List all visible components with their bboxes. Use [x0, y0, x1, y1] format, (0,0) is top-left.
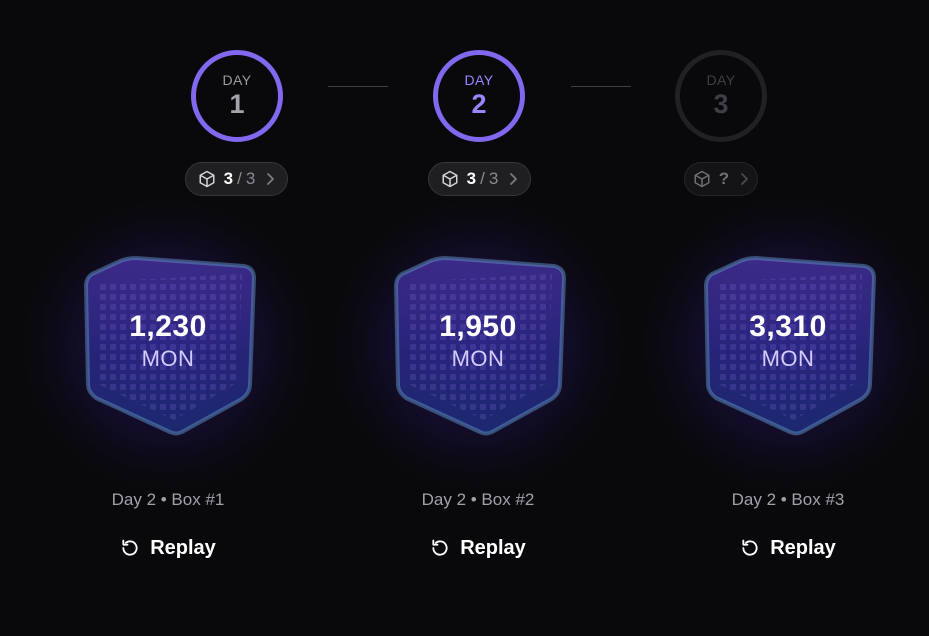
box-caption: Day 2 • Box #3 — [731, 490, 845, 509]
step-connector-1-2 — [328, 86, 388, 87]
boxes-opened-count: 3 — [466, 169, 477, 188]
replay-label: Replay — [150, 536, 216, 559]
day-1-step[interactable]: DAY 1 — [191, 50, 283, 142]
replay-button[interactable]: Replay — [708, 533, 868, 563]
chevron-right-icon — [265, 172, 275, 186]
day-2-label: DAY — [464, 71, 494, 88]
reward-currency: MON — [761, 346, 815, 371]
reward-amount: 3,310 — [749, 310, 827, 343]
boxes-total-count: 3 — [488, 169, 499, 188]
day-2-number: 2 — [471, 88, 487, 119]
replay-icon — [430, 538, 450, 558]
boxes-opened-count: 3 — [223, 169, 234, 188]
cube-icon — [198, 170, 216, 188]
replay-icon — [120, 538, 140, 558]
day-2-step[interactable]: DAY 2 — [433, 50, 525, 142]
day-1-box-count-pill[interactable]: 3 / 3 — [185, 162, 288, 196]
cube-icon — [441, 170, 459, 188]
day-3-box-count-pill: ? — [684, 162, 758, 196]
boxes-separator: / — [480, 169, 485, 188]
box-caption: Day 2 • Box #2 — [421, 490, 535, 509]
replay-icon — [740, 538, 760, 558]
chevron-right-icon — [739, 172, 749, 186]
replay-label: Replay — [460, 536, 526, 559]
daily-boxes-screen: DAY 1 DAY 2 DAY 3 3 / 3 3 / 3 ? 1,230 MO… — [0, 0, 929, 636]
chevron-right-icon — [508, 172, 518, 186]
day-1-number: 1 — [229, 88, 245, 119]
reward-amount: 1,230 — [129, 310, 207, 343]
replay-button[interactable]: Replay — [398, 533, 558, 563]
boxes-total-count: 3 — [245, 169, 256, 188]
day-3-step: DAY 3 — [675, 50, 767, 142]
replay-button[interactable]: Replay — [88, 533, 248, 563]
boxes-unknown-count: ? — [718, 169, 730, 188]
reward-currency: MON — [141, 346, 195, 371]
reward-amount: 1,950 — [439, 310, 517, 343]
boxes-separator: / — [237, 169, 242, 188]
reward-box-1-cube — [84, 256, 256, 436]
cube-icon — [693, 170, 711, 188]
reward-box-3-cube — [704, 256, 876, 436]
day-3-number: 3 — [713, 88, 729, 119]
step-connector-2-3 — [571, 86, 631, 87]
day-1-label: DAY — [222, 71, 252, 88]
day-2-box-count-pill[interactable]: 3 / 3 — [428, 162, 531, 196]
day-3-label: DAY — [706, 71, 736, 88]
replay-label: Replay — [770, 536, 836, 559]
reward-box-2-cube — [394, 256, 566, 436]
box-caption: Day 2 • Box #1 — [111, 490, 225, 509]
reward-currency: MON — [451, 346, 505, 371]
